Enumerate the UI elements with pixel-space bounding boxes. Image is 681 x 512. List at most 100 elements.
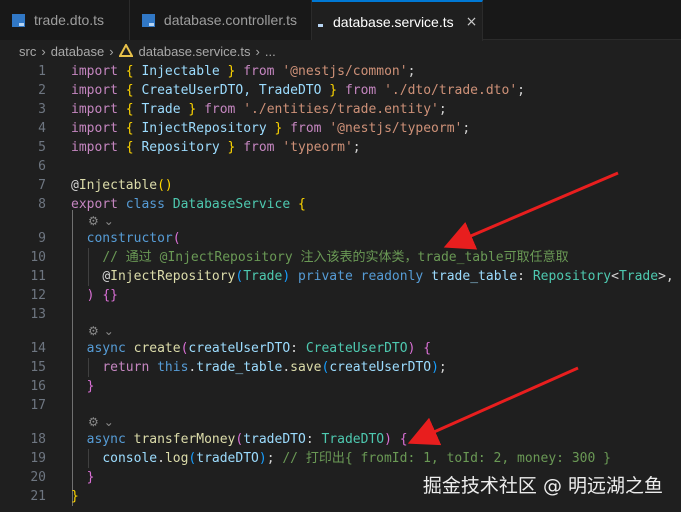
code-line[interactable]: 15 return this.trade_table.save(createUs…	[0, 358, 681, 377]
code-token: import	[71, 64, 118, 79]
code-line[interactable]: 11 @InjectRepository(Trade) private read…	[0, 267, 681, 286]
code-line[interactable]: 19 console.log(tradeDTO); // 打印出{ fromId…	[0, 449, 681, 468]
code-token: ()	[157, 178, 173, 193]
code-line[interactable]: 5 import { Repository } from 'typeorm';	[0, 138, 681, 157]
chevron-down-icon: ⌄	[103, 214, 114, 228]
breadcrumb-item-file[interactable]: database.service.ts	[139, 44, 251, 59]
line-number: 12	[30, 288, 46, 303]
line-number: 11	[30, 269, 46, 284]
watermark: 掘金技术社区 @ 明远湖之鱼	[422, 475, 663, 497]
code-line[interactable]: 16 }	[0, 377, 681, 396]
code-token: .	[157, 451, 165, 466]
code-token: Trade	[618, 269, 659, 284]
code-lens[interactable]: ⚙ ⌄	[88, 320, 114, 339]
code-token: TradeDTO	[321, 432, 385, 447]
code-token: import	[71, 83, 118, 98]
code-token: InjectRepository	[110, 269, 236, 284]
code-text: // 通过 @InjectRepository 注入该表的实体类，trade_t…	[71, 248, 569, 267]
code-token: private	[298, 269, 353, 284]
code-text: async create(createUserDTO: CreateUserDT…	[71, 339, 431, 358]
line-number: 7	[38, 178, 46, 193]
code-text: constructor(	[71, 229, 181, 248]
editor-tab-bar: trade.dto.ts database.controller.ts data…	[0, 0, 681, 41]
code-lens[interactable]: ⚙ ⌄	[88, 210, 114, 229]
line-number: 9	[38, 231, 46, 246]
code-text: ) {}	[71, 286, 118, 305]
code-token: ;	[266, 451, 283, 466]
code-token: Injectable	[133, 64, 228, 79]
typescript-file-icon	[142, 13, 155, 27]
code-token: from	[243, 140, 275, 155]
code-token: Injectable	[78, 178, 158, 193]
code-line[interactable]: 12 ) {}	[0, 286, 681, 305]
line-number: 20	[30, 470, 46, 485]
code-token: from	[243, 64, 275, 79]
code-token: async	[86, 432, 126, 447]
code-token: createUserDTO	[329, 360, 432, 375]
code-token: import	[71, 140, 118, 155]
code-token: // 打印出{ fromId: 1, toId: 2, money: 300 }	[282, 451, 611, 466]
code-line[interactable]: 4 import { InjectRepository } from '@nest…	[0, 119, 681, 138]
code-token: )	[384, 432, 392, 447]
line-number: 6	[38, 159, 46, 174]
code-token: Repository	[532, 269, 612, 284]
code-text: import { CreateUserDTO, TradeDTO } from …	[71, 81, 525, 100]
code-token: this	[157, 360, 189, 375]
code-token: save	[290, 360, 322, 375]
line-number: 17	[30, 398, 46, 413]
code-line[interactable]: 6	[0, 157, 681, 176]
code-token: (	[172, 231, 181, 246]
code-line[interactable]: 2 import { CreateUserDTO, TradeDTO } from…	[0, 81, 681, 100]
code-token: CreateUserDTO, TradeDTO	[133, 83, 330, 98]
chevron-right-icon: ›	[255, 43, 260, 59]
tab-trade-dto[interactable]: trade.dto.ts	[0, 0, 130, 40]
code-token: {}	[102, 288, 118, 303]
code-line[interactable]: 1 import { Injectable } from '@nestjs/com…	[0, 62, 681, 81]
breadcrumb-item-database[interactable]: database	[51, 44, 105, 59]
code-line[interactable]: 10 // 通过 @InjectRepository 注入该表的实体类，trad…	[0, 248, 681, 267]
code-token: constructor	[86, 231, 173, 246]
code-token: class	[125, 197, 165, 212]
code-token: )	[258, 451, 267, 466]
code-token: // 通过 @InjectRepository 注入该表的实体类，trade_t…	[102, 250, 569, 265]
code-token: from	[344, 83, 377, 98]
line-number: 21	[30, 489, 46, 504]
code-line[interactable]: 7 @Injectable()	[0, 176, 681, 195]
code-token: console	[102, 451, 158, 466]
tab-database-controller[interactable]: database.controller.ts	[130, 0, 312, 40]
code-line[interactable]: 9 constructor(	[0, 229, 681, 248]
code-text: @Injectable()	[71, 176, 173, 195]
code-line[interactable]: 18 async transferMoney(tradeDTO: TradeDT…	[0, 430, 681, 449]
breadcrumb-item-more[interactable]: ...	[265, 44, 276, 59]
code-text: console.log(tradeDTO); // 打印出{ fromId: 1…	[71, 449, 611, 468]
code-lens[interactable]: ⚙ ⌄	[88, 411, 114, 430]
code-text: }	[71, 487, 79, 506]
code-token: 'typeorm'	[282, 140, 353, 155]
close-icon[interactable]: ×	[466, 14, 478, 30]
breadcrumb-item-src[interactable]: src	[19, 44, 36, 59]
code-text: import { Repository } from 'typeorm';	[71, 138, 361, 157]
code-text: }	[71, 468, 95, 487]
code-token: }	[329, 83, 338, 98]
code-line[interactable]: 3 import { Trade } from './entities/trade…	[0, 100, 681, 119]
line-number: 16	[30, 379, 46, 394]
code-token: ;	[517, 83, 525, 98]
code-token: {	[125, 140, 134, 155]
chevron-down-icon: ⌄	[103, 324, 114, 338]
code-token: log	[164, 451, 189, 466]
code-line[interactable]: 14 async create(createUserDTO: CreateUse…	[0, 339, 681, 358]
tab-database-service[interactable]: database.service.ts ×	[312, 0, 483, 41]
code-token: @	[71, 178, 79, 193]
line-number: 2	[38, 83, 46, 98]
code-editor[interactable]: 1 import { Injectable } from '@nestjs/com…	[0, 62, 681, 512]
